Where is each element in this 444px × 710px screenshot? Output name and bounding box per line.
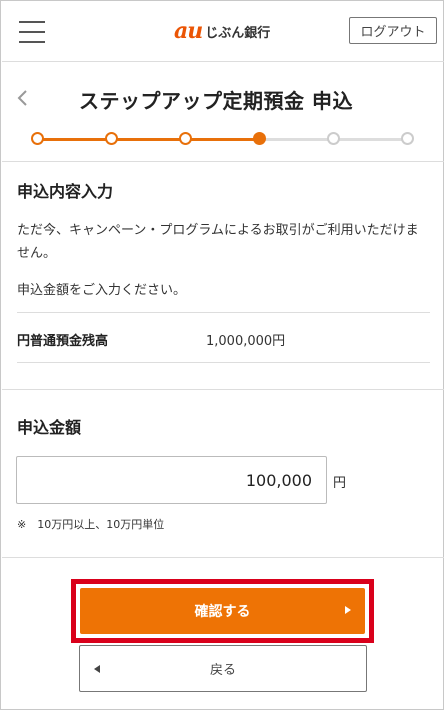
section-divider [2, 557, 444, 558]
balance-label: 円普通預金残高 [17, 334, 109, 349]
step-5 [327, 132, 340, 145]
confirm-button[interactable]: 確認する [80, 588, 365, 634]
bank-name: じぶん銀行 [205, 25, 271, 41]
step-1 [31, 132, 44, 145]
amount-input[interactable] [16, 456, 327, 504]
amount-unit: 円 [333, 476, 347, 491]
back-button-label: 戻る [209, 663, 236, 678]
header: au じぶん銀行 ログアウト [2, 2, 444, 62]
divider [2, 161, 444, 162]
amount-heading: 申込金額 [17, 418, 82, 437]
balance-value: 1,000,000円 [206, 334, 286, 349]
step-6 [401, 132, 414, 145]
back-arrow-icon [94, 665, 100, 673]
confirm-button-highlight: 確認する [71, 579, 374, 643]
step-2 [105, 132, 118, 145]
step-3 [179, 132, 192, 145]
step-4-current [253, 132, 266, 145]
confirm-button-label: 確認する [194, 604, 251, 620]
logout-button[interactable]: ログアウト [349, 17, 437, 44]
section-divider [2, 389, 444, 390]
application-details-heading: 申込内容入力 [17, 182, 114, 201]
au-logo-mark: au [174, 18, 203, 44]
amount-instruction: 申込金額をご入力ください。 [17, 283, 187, 298]
play-arrow-icon [345, 606, 351, 614]
back-chevron-icon[interactable] [15, 88, 31, 108]
bank-logo: au じぶん銀行 [174, 18, 270, 44]
page-title: ステップアップ定期預金 申込 [79, 89, 353, 113]
stepper-line-complete [37, 138, 260, 141]
back-button[interactable]: 戻る [79, 645, 367, 692]
hamburger-menu-icon[interactable] [19, 19, 45, 45]
app-frame: au じぶん銀行 ログアウト ステップアップ定期預金 申込 申込内容入力 ただ今… [0, 0, 444, 710]
divider [17, 362, 430, 363]
progress-stepper [31, 132, 415, 146]
campaign-notice: ただ今、キャンペーン・プログラムによるお取引がご利用いただけません。 [17, 223, 419, 261]
amount-note: ※ 10万円以上、10万円単位 [17, 518, 165, 531]
divider [17, 312, 430, 313]
